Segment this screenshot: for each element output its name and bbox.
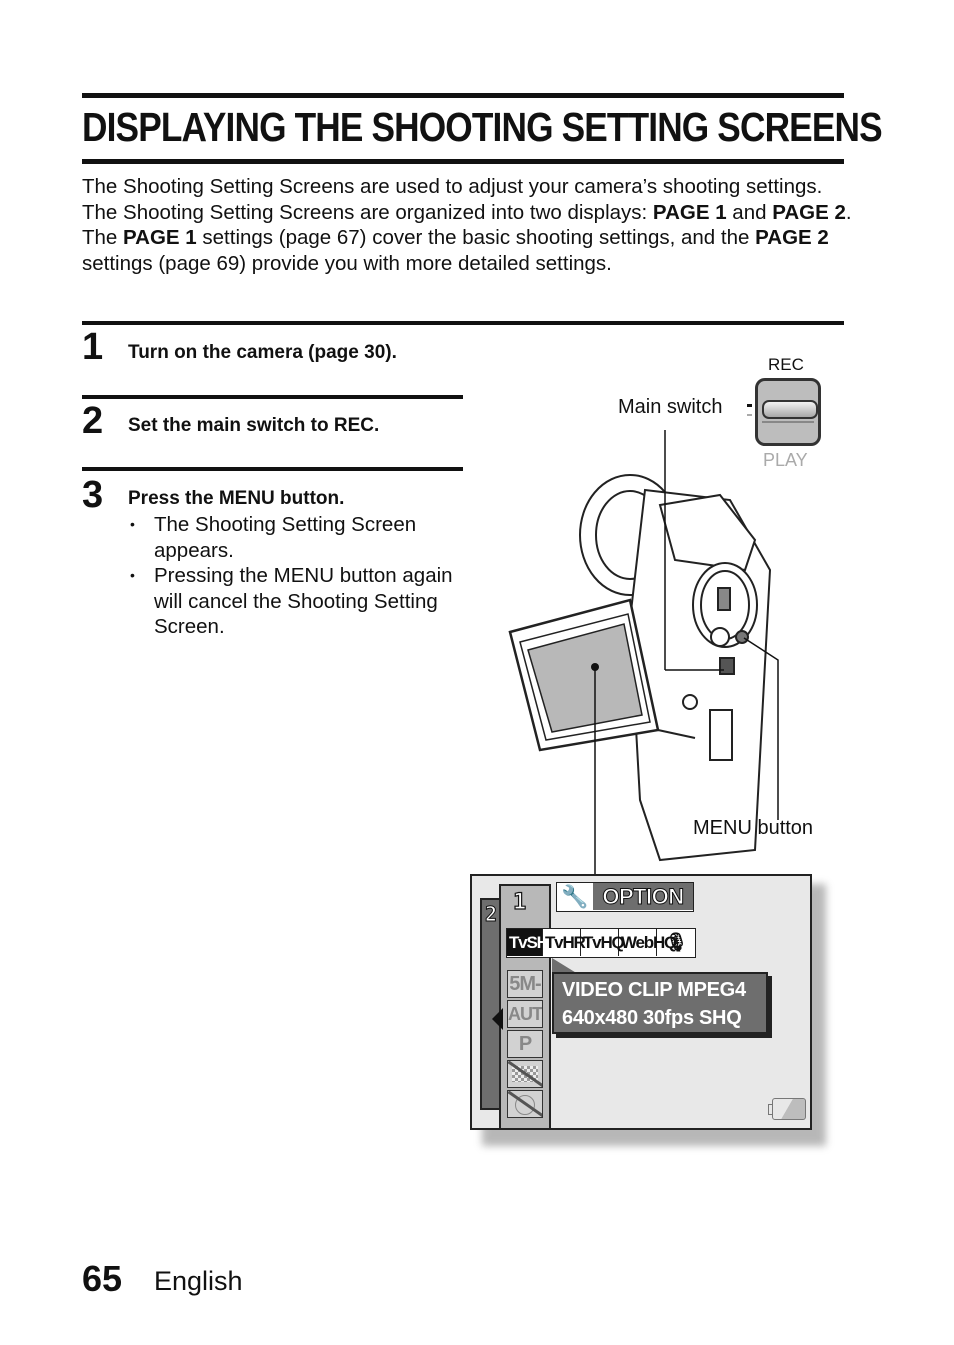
step-3-rule — [82, 467, 463, 471]
mode-tv-shq[interactable]: TvSHQ — [507, 929, 561, 956]
main-switch-label: Main switch — [618, 396, 723, 418]
step-3-title: Press the MENU button. — [128, 488, 345, 509]
page-number: 65 — [82, 1258, 123, 1299]
microphone-icon[interactable]: 🎙 — [657, 929, 695, 956]
switch-knob — [762, 400, 818, 419]
switch-indicator-mark — [747, 414, 752, 416]
intro-bold-page2: PAGE 2 — [772, 200, 846, 224]
program-mode-icon[interactable]: P — [507, 1030, 543, 1058]
mode-tv-hr[interactable]: TvHR — [543, 929, 586, 956]
shooting-setting-screen: 2 1 5M-S AUTO P 🔧 OPTION TvSHQ TvHR TvHQ… — [470, 874, 812, 1130]
intro-text: settings (page 67) cover the basic shoot… — [196, 226, 756, 249]
switch-rec-label: REC — [768, 355, 804, 374]
step-2-number: 2 — [82, 400, 104, 442]
self-timer-off-icon[interactable] — [507, 1090, 543, 1118]
page-2-tab-label: 2 — [484, 902, 498, 927]
step-3-number: 3 — [82, 474, 104, 516]
video-mode-row: TvSHQ TvHR TvHQ WebHQ 🎙 — [506, 928, 696, 958]
intro-bold-page1: PAGE 1 — [652, 200, 727, 224]
intro-text: and — [726, 200, 773, 224]
tooltip-line-2: 640x480 30fps SHQ — [562, 1007, 742, 1029]
page-1-tab[interactable]: 1 5M-S AUTO P — [499, 884, 551, 1130]
mode-tv-hq[interactable]: TvHQ — [581, 929, 625, 956]
bullet-item: Pressing the MENU button again will canc… — [128, 563, 458, 640]
step-2-rule — [82, 395, 463, 399]
resolution-5m-s-icon[interactable]: 5M-S — [507, 970, 543, 998]
mode-description-tooltip: VIDEO CLIP MPEG4 640x480 30fps SHQ — [552, 972, 768, 1034]
intro-text: settings (page 69) provide you with more… — [82, 251, 612, 275]
intro-bold-page2: PAGE 2 — [755, 226, 829, 249]
intro-paragraph: The Shooting Setting Screens are used to… — [82, 174, 852, 276]
page-title: DISPLAYING THE SHOOTING SETTING SCREENS — [82, 104, 883, 150]
battery-icon — [768, 1098, 806, 1120]
wrench-icon: 🔧 — [557, 883, 593, 910]
title-rule-bottom — [82, 159, 844, 164]
option-button[interactable]: 🔧 OPTION — [556, 882, 694, 912]
page-left-arrow-icon[interactable] — [492, 1008, 503, 1030]
title-rule-top — [82, 93, 844, 98]
step-2-title: Set the main switch to REC. — [128, 415, 380, 436]
camera-illustration — [508, 430, 779, 875]
lcd-panel-illustration — [508, 598, 660, 752]
bullet-item: The Shooting Setting Screen appears. — [128, 512, 458, 563]
step-1-number: 1 — [82, 326, 104, 368]
step-3-bullets: The Shooting Setting Screen appears. Pre… — [128, 512, 458, 640]
switch-indicator-mark — [747, 404, 752, 407]
option-label: OPTION — [593, 883, 693, 910]
menu-button-label: MENU button — [693, 817, 814, 839]
auto-mode-icon[interactable]: AUTO — [507, 1000, 543, 1028]
page-1-tab-label: 1 — [512, 889, 527, 915]
focus-off-icon[interactable] — [507, 1060, 543, 1088]
mode-web-hq[interactable]: WebHQ — [619, 929, 677, 956]
language-label: English — [154, 1266, 243, 1296]
step-1-title: Turn on the camera (page 30). — [128, 342, 397, 363]
intro-bold-page1: PAGE 1 — [123, 226, 197, 249]
tooltip-line-1: VIDEO CLIP MPEG4 — [562, 979, 746, 1001]
step-1-rule — [82, 321, 844, 325]
